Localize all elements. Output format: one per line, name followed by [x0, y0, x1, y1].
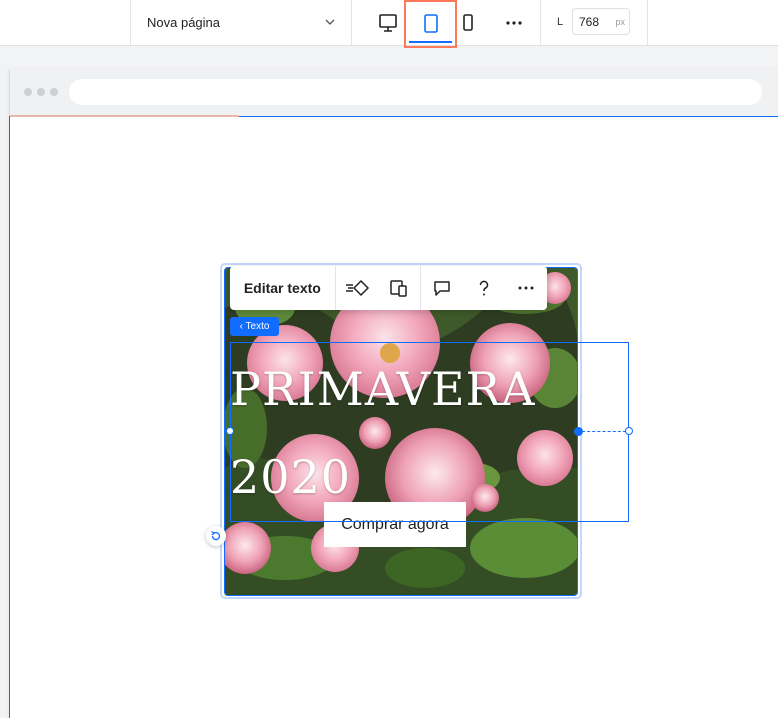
text-selection-box[interactable] — [230, 342, 629, 522]
toolbar-divider — [351, 0, 352, 45]
more-horizontal-icon — [518, 286, 534, 290]
element-type-tag[interactable]: ‹ Texto — [230, 317, 279, 336]
canvas-top-edge — [10, 115, 239, 117]
editor-toolbar: Nova página L 768 px — [0, 0, 778, 48]
width-value: 768 — [579, 15, 600, 29]
more-actions-button[interactable] — [505, 266, 547, 310]
resize-handle-right[interactable] — [574, 427, 583, 436]
width-unit: px — [615, 17, 625, 27]
canvas-left-edge — [9, 116, 10, 718]
help-icon — [479, 280, 489, 296]
canvas-top-edge-selected — [239, 116, 778, 117]
comment-icon — [434, 281, 450, 296]
more-options-button[interactable] — [489, 0, 539, 45]
page-select-dropdown[interactable]: Nova página — [131, 0, 351, 45]
edit-text-button[interactable]: Editar texto — [230, 280, 335, 296]
mobile-layout-button[interactable] — [378, 266, 420, 310]
rotate-button[interactable] — [206, 526, 226, 546]
stretch-handle[interactable] — [625, 427, 633, 435]
chevron-down-icon — [325, 19, 335, 25]
mobile-view-button[interactable] — [443, 0, 493, 45]
window-dots — [24, 88, 58, 96]
animation-button[interactable] — [336, 266, 378, 310]
more-horizontal-icon — [506, 20, 522, 25]
mobile-icon — [463, 13, 473, 31]
width-label: L — [557, 16, 564, 28]
toolbar-divider — [647, 0, 648, 45]
tablet-icon — [423, 14, 438, 33]
help-button[interactable] — [463, 266, 505, 310]
browser-chrome — [10, 69, 778, 116]
element-floating-toolbar: Editar texto — [230, 266, 547, 310]
address-bar — [69, 79, 762, 105]
animation-icon — [345, 279, 369, 297]
page-select-label: Nova página — [147, 15, 220, 30]
comment-button[interactable] — [421, 266, 463, 310]
resize-handle-left[interactable] — [226, 427, 234, 435]
width-input[interactable]: 768 px — [572, 8, 630, 35]
viewport-width-control: L 768 px — [541, 0, 647, 45]
desktop-icon — [379, 13, 397, 32]
devices-icon — [390, 280, 407, 297]
stretch-guide-line — [582, 431, 626, 432]
rotate-icon — [211, 530, 221, 541]
